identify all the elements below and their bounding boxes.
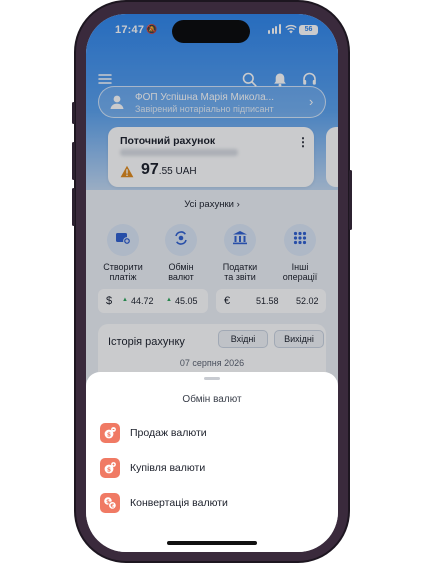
svg-text:$: $: [107, 466, 111, 473]
sheet-drag-handle[interactable]: [204, 377, 220, 380]
side-button: [72, 102, 75, 124]
svg-text:€: €: [109, 503, 114, 509]
home-indicator[interactable]: [167, 541, 257, 545]
convert-currency-option[interactable]: $ € Конвертація валюти: [100, 493, 324, 515]
power-button: [349, 170, 352, 230]
buy-currency-icon: $: [100, 458, 120, 478]
volume-down-button: [72, 188, 75, 226]
convert-currency-label: Конвертація валюти: [130, 497, 228, 509]
buy-currency-label: Купівля валюти: [130, 462, 206, 474]
sell-currency-icon: $: [100, 423, 120, 443]
sell-currency-option[interactable]: $ Продаж валюти: [100, 423, 324, 445]
volume-up-button: [72, 142, 75, 180]
convert-currency-icon: $ €: [100, 493, 120, 513]
sell-currency-label: Продаж валюти: [130, 427, 207, 439]
sheet-title: Обмін валют: [182, 394, 242, 405]
buy-currency-option[interactable]: $ Купівля валюти: [100, 458, 324, 480]
currency-exchange-sheet: Обмін валют $ Продаж валюти $ Купівля ва…: [86, 372, 338, 552]
svg-text:$: $: [106, 499, 110, 505]
svg-text:$: $: [107, 431, 111, 438]
app-screen: 17:47 🔕 56 ФОП Успішна Марія Микола... З…: [86, 14, 338, 552]
